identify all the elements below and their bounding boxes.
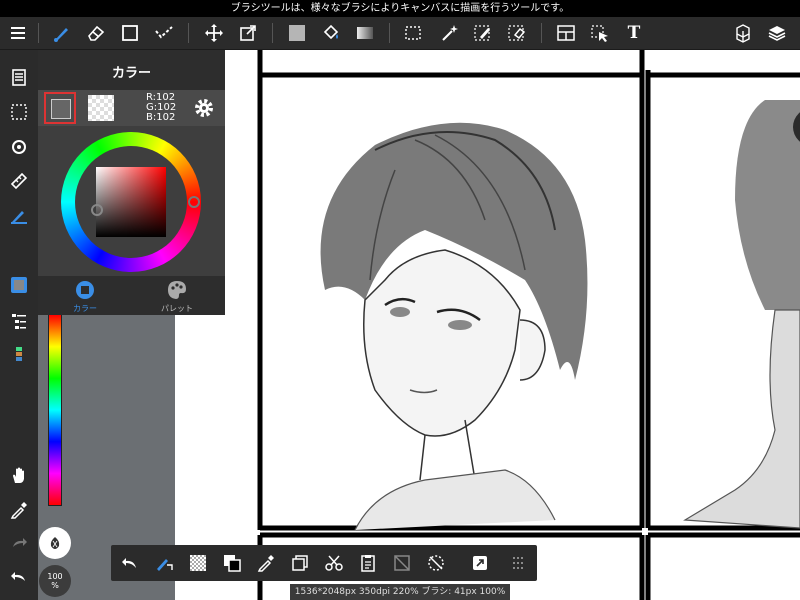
select-arrow-icon[interactable] <box>584 17 616 49</box>
bottom-toolbar <box>111 545 537 581</box>
select-icon[interactable] <box>397 17 429 49</box>
settings-gear-icon[interactable] <box>193 97 215 123</box>
color-panel-tabs: カラー パレット <box>38 276 225 315</box>
text-icon[interactable]: T <box>618 17 650 49</box>
tab-color[interactable]: カラー <box>60 279 110 314</box>
magic-wand-icon[interactable] <box>433 17 465 49</box>
brush-icon[interactable] <box>46 17 78 49</box>
transparent-icon[interactable] <box>183 548 213 578</box>
top-toolbar: T <box>0 17 800 50</box>
undo-icon[interactable] <box>115 548 145 578</box>
pen-tool-icon[interactable] <box>3 200 35 230</box>
copy-icon[interactable] <box>285 548 315 578</box>
gradient-icon[interactable] <box>349 17 381 49</box>
canvas-paper[interactable] <box>175 50 800 600</box>
transform-select-icon[interactable] <box>465 548 495 578</box>
cut-icon[interactable] <box>319 548 349 578</box>
rgb-b-value: B:102 <box>146 112 176 123</box>
zoom-value: 100 <box>47 572 63 581</box>
sub-color-swatch[interactable] <box>88 95 114 121</box>
status-bar: ブラシツールは、様々なブラシによりキャンバスに描画を行うツールです。 <box>0 0 800 17</box>
brush-tip-icon <box>50 537 60 549</box>
rect-icon[interactable] <box>114 17 146 49</box>
select-pen-icon[interactable] <box>467 17 499 49</box>
undo-icon[interactable] <box>3 562 35 592</box>
fill-color-icon[interactable] <box>281 17 313 49</box>
color-swatch-row: R:102 G:102 B:102 <box>38 90 225 126</box>
hand-icon[interactable] <box>3 460 35 490</box>
brush-size-button[interactable] <box>39 527 71 559</box>
eyedropper-icon[interactable] <box>3 495 35 525</box>
saturation-value-square[interactable] <box>96 167 166 237</box>
canvas-info-bar: 1536*2048px 350dpi 220% ブラシ: 41px 100% <box>290 584 510 600</box>
left-sidebar <box>0 50 38 600</box>
dots-icon[interactable] <box>148 17 180 49</box>
frame-icon[interactable] <box>550 17 582 49</box>
layer-icon[interactable] <box>761 17 793 49</box>
manga-artwork <box>257 50 800 600</box>
color-history-icon[interactable] <box>3 340 35 370</box>
menu-icon[interactable] <box>2 17 34 49</box>
color-panel: カラー R:102 G:102 B:102 カラー パレット <box>38 50 225 315</box>
deselect-icon[interactable] <box>421 548 451 578</box>
select-eraser-icon[interactable] <box>501 17 533 49</box>
rotate-icon[interactable] <box>3 132 35 162</box>
zoom-unit: % <box>51 581 59 590</box>
pages-icon[interactable] <box>3 62 35 92</box>
color-icon[interactable] <box>3 270 35 300</box>
move-icon[interactable] <box>198 17 230 49</box>
clear-icon[interactable] <box>387 548 417 578</box>
color-wheel-area <box>38 126 225 276</box>
ruler-icon[interactable] <box>3 166 35 196</box>
tab-palette-label: パレット <box>161 304 193 313</box>
bucket-icon[interactable] <box>315 17 347 49</box>
color-panel-title: カラー <box>111 66 151 81</box>
material-icon[interactable] <box>727 17 759 49</box>
hue-slider[interactable] <box>48 314 62 506</box>
paste-icon[interactable] <box>353 548 383 578</box>
hue-cursor[interactable] <box>188 196 200 208</box>
main-color-swatch[interactable] <box>44 92 76 124</box>
brush-list-icon[interactable] <box>3 306 35 336</box>
brush-settings-icon[interactable] <box>149 548 179 578</box>
eraser-icon[interactable] <box>80 17 112 49</box>
transform-icon[interactable] <box>232 17 264 49</box>
palette-icon <box>168 281 186 299</box>
swap-color-icon[interactable] <box>217 548 247 578</box>
color-tab-icon <box>76 281 94 299</box>
eyedropper-icon[interactable] <box>251 548 281 578</box>
redo-icon[interactable] <box>3 528 35 558</box>
tab-palette[interactable]: パレット <box>152 279 202 314</box>
zoom-indicator[interactable]: 100 % <box>39 565 71 597</box>
tab-color-label: カラー <box>73 304 97 313</box>
more-icon[interactable] <box>503 548 533 578</box>
sv-cursor[interactable] <box>91 204 103 216</box>
selection-icon[interactable] <box>3 97 35 127</box>
